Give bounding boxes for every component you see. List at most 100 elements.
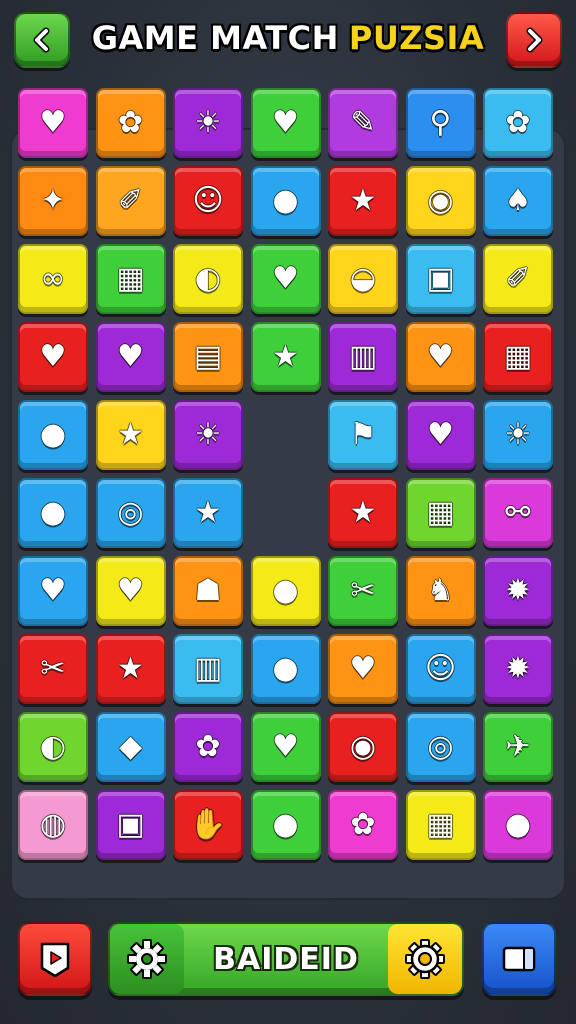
apple-icon: ● <box>39 495 67 530</box>
device-icon: ▣ <box>116 807 145 842</box>
settings-button[interactable] <box>110 924 184 994</box>
tile-stopwatch[interactable]: ◉ <box>328 712 398 782</box>
window-button[interactable] <box>482 922 556 996</box>
tile-star[interactable]: ★ <box>328 478 398 548</box>
tile-heart[interactable]: ♥ <box>405 322 476 392</box>
tile-pencil[interactable]: ✐ <box>483 244 553 314</box>
tile-flower[interactable]: ✿ <box>173 712 243 782</box>
tile-card[interactable]: ◆ <box>95 712 166 782</box>
heart-icon: ♥ <box>39 573 67 608</box>
tile-soap[interactable]: ◒ <box>328 244 398 314</box>
fries-icon: ▥ <box>193 651 223 686</box>
tile-sun[interactable]: ☀ <box>483 400 553 470</box>
play-card-button[interactable] <box>18 922 92 996</box>
figure-icon: ♞ <box>427 573 454 608</box>
tile-cup[interactable]: ▥ <box>328 322 398 392</box>
tile-sun[interactable]: ☀ <box>173 88 243 158</box>
tile-ring[interactable]: ◎ <box>95 478 166 548</box>
tile-heart[interactable]: ♥ <box>250 88 321 158</box>
tile-apple[interactable]: ● <box>483 790 553 860</box>
ring-icon: ◎ <box>117 495 144 530</box>
tile-basket[interactable]: ▦ <box>483 322 553 392</box>
card-icon: ◆ <box>118 729 143 764</box>
tile-apple[interactable]: ● <box>18 400 88 470</box>
leaf-icon: ◐ <box>194 261 222 296</box>
tile-flag[interactable]: ⚑ <box>328 400 398 470</box>
tile-bird[interactable]: ✈ <box>483 712 553 782</box>
tile-tool[interactable]: ✂ <box>328 556 398 626</box>
tile-leaf[interactable]: ◐ <box>173 244 243 314</box>
tile-lollipop[interactable]: ♥ <box>95 556 166 626</box>
next-button[interactable] <box>506 12 562 68</box>
star-icon: ★ <box>117 417 144 452</box>
tile-heart[interactable]: ♥ <box>405 400 476 470</box>
back-button[interactable] <box>14 12 70 68</box>
tile-scissors[interactable]: ✂ <box>18 634 88 704</box>
tile-dial[interactable]: ◎ <box>405 712 476 782</box>
tile-flower[interactable]: ✿ <box>483 88 553 158</box>
tile-device[interactable]: ▣ <box>95 790 166 860</box>
tile-leaf[interactable]: ◐ <box>18 712 88 782</box>
tile-heart[interactable]: ♥ <box>328 634 398 704</box>
tile-keys[interactable]: ⚯ <box>483 478 553 548</box>
sun-icon: ☀ <box>194 105 222 140</box>
tile-rings[interactable]: ∞ <box>18 244 88 314</box>
apple-icon: ● <box>504 807 532 842</box>
tile-flower[interactable]: ✿ <box>328 790 398 860</box>
heart-icon: ♥ <box>39 339 67 374</box>
leaf-icon: ◐ <box>39 729 67 764</box>
tile-magnifier[interactable]: ⚲ <box>405 88 476 158</box>
tile-heart[interactable]: ♥ <box>250 712 321 782</box>
tile-splat[interactable]: ✦ <box>18 166 88 236</box>
tile-star[interactable]: ★ <box>250 322 321 392</box>
tile-heart[interactable]: ♥ <box>18 322 88 392</box>
heart-icon: ♥ <box>272 729 299 764</box>
leaf-icon: ♠ <box>504 183 532 218</box>
tile-card[interactable]: ▤ <box>173 322 243 392</box>
basket-icon: ▦ <box>503 339 533 374</box>
tile-pin[interactable]: ◍ <box>18 790 88 860</box>
tile-calculator[interactable]: ▦ <box>95 244 166 314</box>
tile-heart[interactable]: ♥ <box>95 322 166 392</box>
tile-gear[interactable]: ✹ <box>483 556 553 626</box>
tile-flower[interactable]: ✿ <box>95 88 166 158</box>
tile-apple[interactable]: ● <box>250 556 321 626</box>
tile-hand[interactable]: ✋ <box>173 790 243 860</box>
tile-fries[interactable]: ▥ <box>173 634 243 704</box>
tile-gear[interactable]: ✹ <box>483 634 553 704</box>
tile-radio[interactable]: ▦ <box>405 790 476 860</box>
tile-pencil[interactable]: ✐ <box>95 166 166 236</box>
tile-star[interactable]: ★ <box>328 166 398 236</box>
tile-box[interactable]: ▣ <box>405 244 476 314</box>
tile-apple[interactable]: ● <box>250 166 321 236</box>
tile-pencil[interactable]: ✎ <box>328 88 398 158</box>
tile-face[interactable]: ☺ <box>173 166 243 236</box>
main-action-bar[interactable]: BAIDEID <box>108 922 464 996</box>
tile-bell[interactable]: ☗ <box>173 556 243 626</box>
splat-icon: ✦ <box>40 183 66 218</box>
tile-heart[interactable]: ♥ <box>18 88 88 158</box>
tile-figure[interactable]: ♞ <box>405 556 476 626</box>
cup-icon: ▥ <box>348 339 378 374</box>
tile-face[interactable]: ☺ <box>405 634 476 704</box>
dial-icon: ◎ <box>427 729 454 764</box>
tile-heart[interactable]: ♥ <box>18 556 88 626</box>
tile-balloon[interactable]: ● <box>250 790 321 860</box>
tile-orange[interactable]: ◉ <box>405 166 476 236</box>
tile-star[interactable]: ★ <box>173 478 243 548</box>
face-icon: ☺ <box>192 183 224 218</box>
tile-star[interactable]: ★ <box>95 400 166 470</box>
tile-apple[interactable]: ● <box>250 634 321 704</box>
tile-apple[interactable]: ● <box>18 478 88 548</box>
tile-basket[interactable]: ▦ <box>405 478 476 548</box>
flower-icon: ✿ <box>350 807 376 842</box>
options-button[interactable] <box>388 924 462 994</box>
tile-star[interactable]: ★ <box>95 634 166 704</box>
tile-sun[interactable]: ☀ <box>173 400 243 470</box>
title-main: GAME MATCH <box>91 19 339 57</box>
tile-heart[interactable]: ♥ <box>250 244 321 314</box>
gear-icon <box>405 939 445 979</box>
game-board: ♥ ✿ ☀ ♥ ✎ ⚲ ✿ ✦ ✐ ☺ ● ★ ◉ ♠ ∞ ▦ ◐ ♥ ◒ ▣ ✐ ♥ ♥ ▤ ★ ▥ ♥ ▦ ● ★ ☀ ⚑ ♥ ☀ ● ◎ ★ ★ ▦ ⚯… <box>10 88 566 900</box>
tile-leaf[interactable]: ♠ <box>483 166 553 236</box>
heart-icon: ♥ <box>272 105 299 140</box>
